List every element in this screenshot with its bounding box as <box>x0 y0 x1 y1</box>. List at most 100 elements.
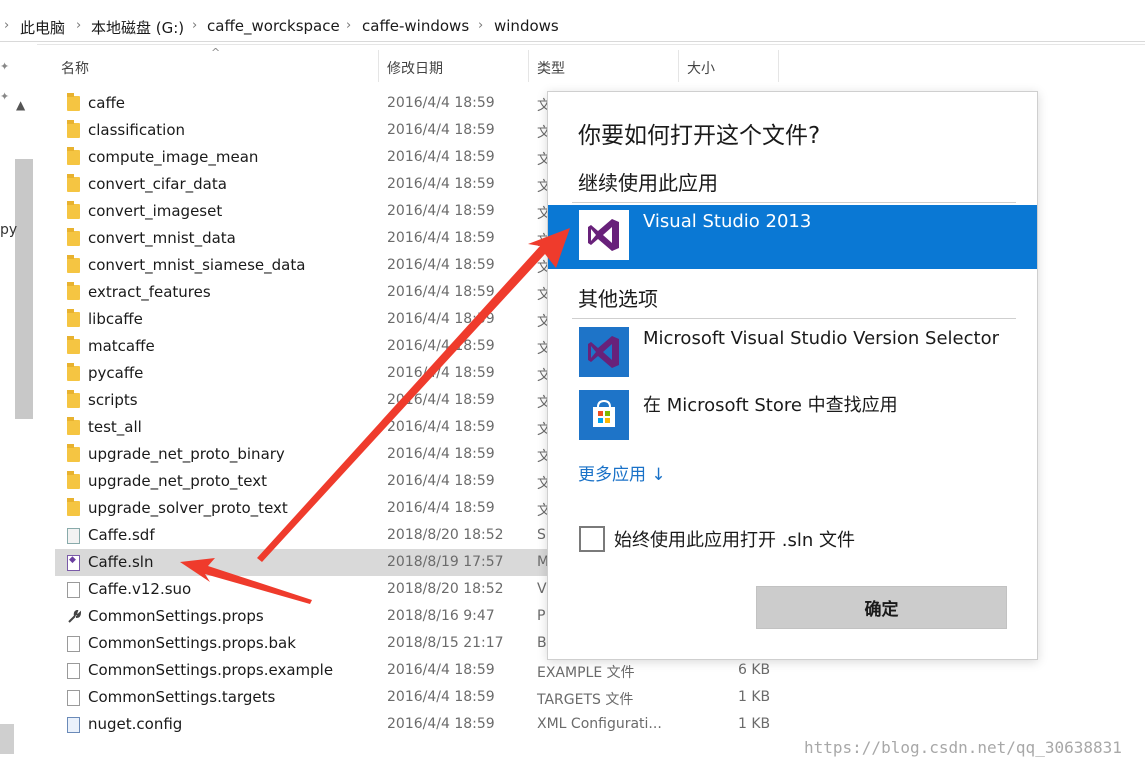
file-icon <box>67 636 80 652</box>
app-name: Microsoft Visual Studio Version Selector <box>643 328 1000 349</box>
file-row[interactable]: libcaffe 2016/4/4 18:59 文 <box>55 306 555 333</box>
visual-studio-icon <box>579 210 629 260</box>
folder-icon <box>67 174 80 192</box>
column-header-type[interactable]: 类型 <box>537 58 565 78</box>
file-row[interactable]: nuget.config 2016/4/4 18:59 XML Configurat… <box>55 711 770 738</box>
pin-icon[interactable]: ✦ <box>0 90 12 103</box>
app-option-visual-studio-2013[interactable]: Visual Studio 2013 <box>548 205 1037 269</box>
file-name: libcaffe <box>88 310 143 328</box>
folder-icon <box>67 498 80 516</box>
file-row[interactable]: CommonSettings.props.bak 2018/8/15 21:17 B <box>55 630 555 657</box>
microsoft-store-icon <box>579 390 629 440</box>
column-header-date[interactable]: 修改日期 <box>387 58 443 78</box>
file-date: 2016/4/4 18:59 <box>387 716 495 732</box>
file-row[interactable]: CommonSettings.props 2018/8/16 9:47 P <box>55 603 555 630</box>
folder-icon <box>67 282 80 300</box>
nav-item-label[interactable]: py <box>0 222 17 238</box>
column-divider[interactable] <box>528 50 529 82</box>
file-date: 2018/8/19 17:57 <box>387 554 504 570</box>
file-row[interactable]: Caffe.v12.suo 2018/8/20 18:52 V <box>55 576 555 603</box>
file-row[interactable]: extract_features 2016/4/4 18:59 文 <box>55 279 555 306</box>
file-date: 2016/4/4 18:59 <box>387 311 495 327</box>
file-row[interactable]: classification 2016/4/4 18:59 文 <box>55 117 555 144</box>
scroll-up-icon[interactable]: ▲ <box>16 98 25 112</box>
other-options-heading: 其他选项 <box>578 287 658 311</box>
folder-icon <box>67 390 80 408</box>
breadcrumb-windows[interactable]: windows <box>494 17 559 35</box>
file-date: 2016/4/4 18:59 <box>387 149 495 165</box>
file-date: 2016/4/4 18:59 <box>387 257 495 273</box>
chevron-right-icon[interactable]: › <box>76 18 81 33</box>
file-row[interactable]: caffe 2016/4/4 18:59 文 <box>55 90 555 117</box>
file-name: classification <box>88 121 186 139</box>
chevron-right-icon[interactable]: › <box>192 18 197 33</box>
file-row[interactable]: Caffe.sln2018/8/19 17:57M <box>55 549 555 576</box>
file-row[interactable]: convert_cifar_data 2016/4/4 18:59 文 <box>55 171 555 198</box>
breadcrumb-drive[interactable]: 本地磁盘 (G:) <box>91 17 184 38</box>
more-apps-link[interactable]: 更多应用 ↓ <box>578 460 666 485</box>
column-header-name[interactable]: 名称 <box>61 58 89 78</box>
file-row[interactable]: upgrade_net_proto_text 2016/4/4 18:59 文 <box>55 468 555 495</box>
nav-scrollbar-thumb[interactable] <box>15 159 33 419</box>
file-size: 6 KB <box>738 662 771 678</box>
pin-icon[interactable]: ✦ <box>0 60 12 73</box>
chevron-right-icon[interactable]: › <box>346 18 351 33</box>
folder-icon <box>67 147 80 165</box>
address-bar[interactable]: › 此电脑 › 本地磁盘 (G:) › caffe_worckspace › c… <box>0 0 1145 45</box>
file-date: 2016/4/4 18:59 <box>387 95 495 111</box>
file-date: 2016/4/4 18:59 <box>387 392 495 408</box>
file-name: CommonSettings.props.example <box>88 661 334 679</box>
file-name: CommonSettings.props.bak <box>88 634 296 652</box>
file-row[interactable]: upgrade_net_proto_binary 2016/4/4 18:59 文 <box>55 441 555 468</box>
file-icon <box>67 663 80 679</box>
file-row[interactable]: compute_image_mean 2016/4/4 18:59 文 <box>55 144 555 171</box>
breadcrumb-workspace[interactable]: caffe_worckspace <box>207 17 340 35</box>
app-name: 在 Microsoft Store 中查找应用 <box>643 395 898 416</box>
column-divider[interactable] <box>778 50 779 82</box>
column-header-size[interactable]: 大小 <box>687 58 715 78</box>
file-date: 2016/4/4 18:59 <box>387 176 495 192</box>
breadcrumb-this-pc[interactable]: 此电脑 <box>20 17 65 38</box>
vs-version-selector-icon <box>579 327 629 377</box>
chevron-right-icon: › <box>4 18 10 33</box>
file-row[interactable]: test_all 2016/4/4 18:59 文 <box>55 414 555 441</box>
file-icon <box>67 582 80 598</box>
app-option-vs-version-selector[interactable]: Microsoft Visual Studio Version Selector <box>548 322 1037 386</box>
file-row[interactable]: convert_mnist_siamese_data 2016/4/4 18:59… <box>55 252 555 279</box>
file-name: convert_cifar_data <box>88 175 227 193</box>
file-name: convert_imageset <box>88 202 223 220</box>
file-row[interactable]: Caffe.sdf 2018/8/20 18:52 S <box>55 522 555 549</box>
column-divider[interactable] <box>378 50 379 82</box>
chevron-right-icon[interactable]: › <box>478 18 483 33</box>
file-row[interactable]: CommonSettings.targets 2016/4/4 18:59 TARG… <box>55 684 770 711</box>
wrench-icon <box>67 609 82 623</box>
file-row[interactable]: scripts 2016/4/4 18:59 文 <box>55 387 555 414</box>
file-type: B <box>537 635 547 651</box>
folder-icon <box>67 417 80 435</box>
file-row[interactable]: matcaffe 2016/4/4 18:59 文 <box>55 333 555 360</box>
file-date: 2016/4/4 18:59 <box>387 230 495 246</box>
file-row[interactable]: convert_mnist_data 2016/4/4 18:59 文 <box>55 225 555 252</box>
column-divider[interactable] <box>678 50 679 82</box>
file-row[interactable]: upgrade_solver_proto_text 2016/4/4 18:59 文 <box>55 495 555 522</box>
file-name: Caffe.sdf <box>88 526 155 544</box>
file-name: Caffe.v12.suo <box>88 580 192 598</box>
file-row[interactable]: CommonSettings.props.example 2016/4/4 18:… <box>55 657 770 684</box>
file-row[interactable]: pycaffe 2016/4/4 18:59 文 <box>55 360 555 387</box>
navigation-pane[interactable]: ▲ ✦ ✦ py <box>0 44 37 768</box>
nav-selected-item[interactable] <box>0 724 14 754</box>
file-name: caffe <box>88 94 126 112</box>
file-name: nuget.config <box>88 715 183 733</box>
app-name: Visual Studio 2013 <box>643 211 812 232</box>
always-use-label[interactable]: 始终使用此应用打开 .sln 文件 <box>614 526 855 552</box>
file-date: 2016/4/4 18:59 <box>387 689 495 705</box>
breadcrumb-caffe-windows[interactable]: caffe-windows <box>362 17 469 35</box>
file-size: 1 KB <box>738 716 771 732</box>
file-row[interactable]: convert_imageset 2016/4/4 18:59 文 <box>55 198 555 225</box>
ok-button[interactable]: 确定 <box>756 586 1007 629</box>
file-date: 2016/4/4 18:59 <box>387 365 495 381</box>
app-option-microsoft-store[interactable]: 在 Microsoft Store 中查找应用 <box>548 385 1037 449</box>
file-name: Caffe.sln <box>88 553 154 571</box>
open-with-dialog: 你要如何打开这个文件? 继续使用此应用 Visual Studio 2013 其… <box>547 91 1038 660</box>
always-use-checkbox[interactable] <box>579 526 605 552</box>
